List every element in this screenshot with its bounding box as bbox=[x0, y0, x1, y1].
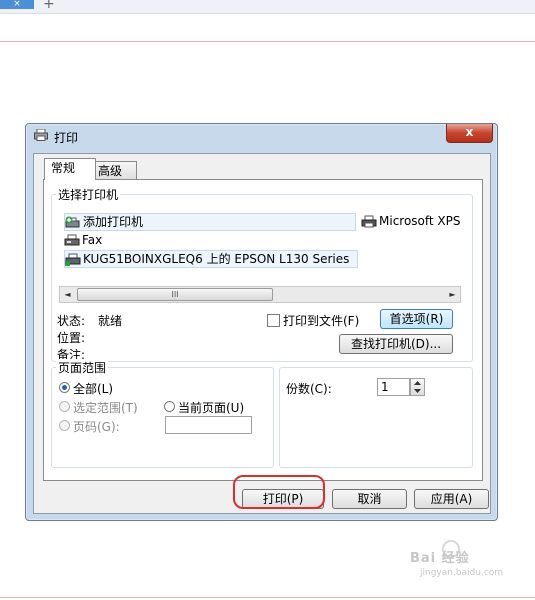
pages-label: 页码(G): bbox=[73, 420, 120, 434]
network-printer-icon bbox=[65, 253, 81, 266]
cancel-button[interactable]: 取消 bbox=[332, 489, 407, 509]
status-label: 状态: bbox=[57, 314, 86, 328]
status-value: 就绪 bbox=[98, 314, 123, 328]
current-page-label: 当前页面(U) bbox=[178, 401, 245, 415]
printer-list-scrollbar[interactable]: ◄ III ► bbox=[59, 286, 461, 303]
preferences-button[interactable]: 首选项(R) bbox=[380, 309, 453, 329]
print-to-file-checkbox[interactable] bbox=[267, 314, 280, 327]
page-range-legend: 页面范围 bbox=[56, 359, 109, 376]
divider-line bbox=[0, 597, 535, 598]
printer-item-epson[interactable]: KUG51BOINXGLEQ6 上的 EPSON L130 Series bbox=[64, 250, 358, 268]
dialog-body: 常规 高级 选择打印机 添加打印机 Microsoft XPS Fax KUG5… bbox=[33, 153, 491, 514]
select-printer-group: 选择打印机 添加打印机 Microsoft XPS Fax KUG51BOINX… bbox=[51, 186, 473, 362]
fax-icon bbox=[64, 234, 80, 246]
print-to-file-label: 打印到文件(F) bbox=[283, 314, 360, 328]
find-printer-button[interactable]: 查找打印机(D)... bbox=[339, 334, 453, 354]
pages-input[interactable] bbox=[165, 416, 252, 434]
general-panel: 选择打印机 添加打印机 Microsoft XPS Fax KUG51BOINX… bbox=[43, 179, 483, 481]
browser-tab-strip: × + bbox=[0, 0, 535, 14]
scroll-thumb[interactable]: III bbox=[77, 288, 273, 301]
add-printer-icon bbox=[65, 216, 80, 228]
radio-all-pages[interactable] bbox=[59, 382, 70, 393]
printer-icon bbox=[34, 129, 48, 141]
scroll-left-icon[interactable]: ◄ bbox=[60, 287, 75, 302]
apply-button[interactable]: 应用(A) bbox=[414, 489, 489, 509]
divider-line bbox=[0, 41, 535, 42]
radio-pages bbox=[59, 420, 70, 431]
watermark-brand: Bai 经验 bbox=[410, 551, 470, 566]
select-printer-legend: 选择打印机 bbox=[56, 186, 121, 203]
copies-input[interactable]: 1 bbox=[377, 378, 410, 396]
print-dialog: 打印 x 常规 高级 选择打印机 添加打印机 Microsoft XPS Fax… bbox=[25, 123, 498, 521]
printer-icon bbox=[361, 215, 377, 228]
close-tab-button[interactable]: × bbox=[0, 0, 34, 9]
copies-label: 份数(C): bbox=[286, 382, 332, 396]
title-bar[interactable]: 打印 x bbox=[26, 124, 497, 148]
copies-group: 份数(C): 1 bbox=[279, 367, 473, 468]
copies-spinner[interactable] bbox=[410, 378, 425, 396]
dialog-title: 打印 bbox=[54, 131, 79, 145]
radio-current-page[interactable] bbox=[164, 401, 175, 412]
new-tab-button[interactable]: + bbox=[43, 0, 55, 12]
printer-item-fax[interactable]: Fax bbox=[64, 232, 164, 248]
watermark-url: jingyan.baidu.com bbox=[420, 568, 504, 578]
printer-item-add[interactable]: 添加打印机 bbox=[64, 213, 356, 231]
scroll-right-icon[interactable]: ► bbox=[445, 287, 460, 302]
printer-item-microsoft-xps[interactable]: Microsoft XPS bbox=[361, 213, 461, 229]
radio-selection bbox=[59, 401, 70, 412]
selection-label: 选定范围(T) bbox=[73, 401, 138, 415]
page-range-group: 页面范围 全部(L) 选定范围(T) 当前页面(U) 页码(G): bbox=[51, 359, 274, 468]
location-label: 位置: bbox=[57, 331, 86, 345]
spinner-arrows-icon[interactable] bbox=[411, 379, 424, 395]
close-button[interactable]: x bbox=[446, 124, 493, 143]
tab-general[interactable]: 常规 bbox=[44, 158, 96, 180]
printer-list: 添加打印机 Microsoft XPS Fax KUG51BOINXGLEQ6 … bbox=[61, 213, 461, 275]
all-pages-label: 全部(L) bbox=[73, 382, 114, 396]
highlight-circle bbox=[233, 475, 325, 509]
tab-advanced[interactable]: 高级 bbox=[91, 161, 137, 181]
